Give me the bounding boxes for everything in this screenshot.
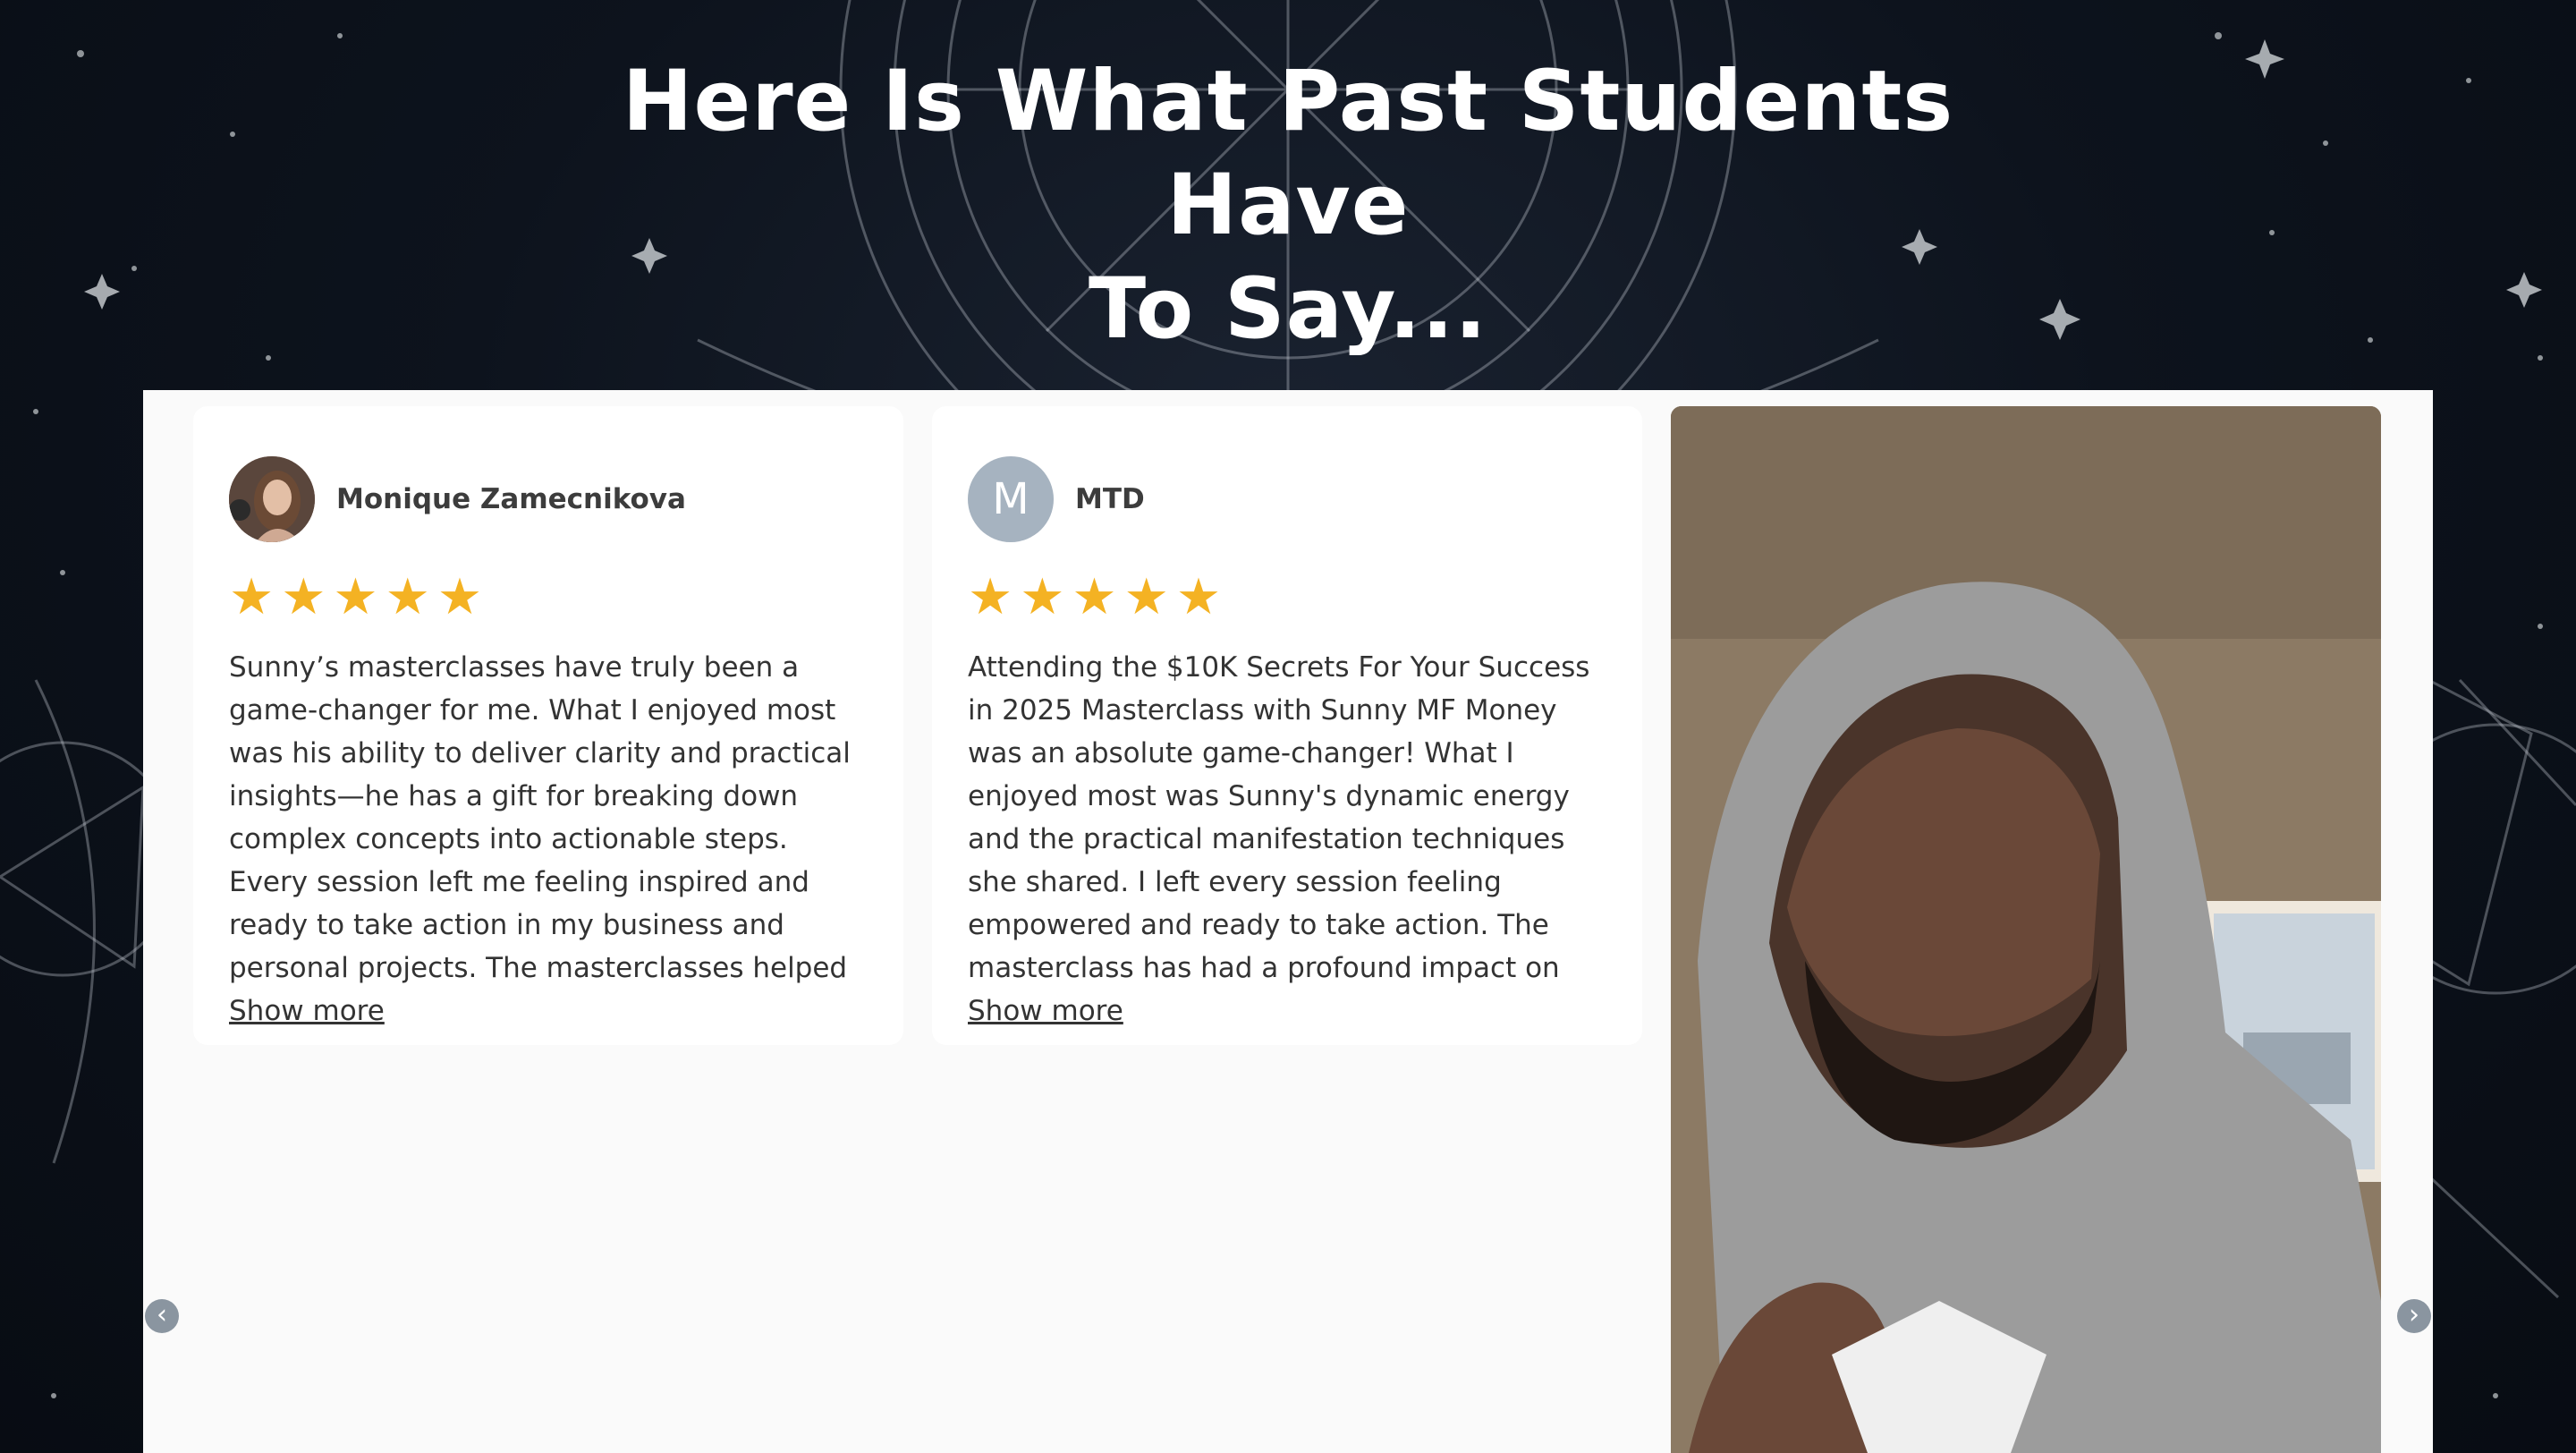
video-thumbnail: [1671, 406, 2381, 1453]
star-icon: ★: [385, 568, 430, 626]
star-icon: ★: [968, 568, 1013, 626]
avatar: [229, 456, 315, 542]
testimonials-section: Here Is What Past Students Have To Say..…: [0, 0, 2576, 1453]
star-icon: ★: [1072, 568, 1117, 626]
star-rating: ★ ★ ★ ★ ★: [229, 573, 868, 623]
star-rating: ★ ★ ★ ★ ★: [968, 573, 1606, 623]
avatar: M: [968, 456, 1054, 542]
review-text: Attending the $10K Secrets For Your Succ…: [968, 651, 1590, 984]
reviewer-name: MTD: [1075, 483, 1145, 515]
chevron-right-icon: ›: [2409, 1299, 2419, 1330]
star-icon: ★: [333, 568, 378, 626]
video-testimonial[interactable]: [1671, 406, 2381, 1453]
star-icon: ★: [1123, 568, 1169, 626]
chevron-left-icon: ‹: [157, 1299, 167, 1330]
reviewer: Monique Zamecnikova: [229, 456, 868, 542]
reviewer-name: Monique Zamecnikova: [336, 483, 686, 515]
star-icon: ★: [281, 568, 326, 626]
star-icon: ★: [1020, 568, 1065, 626]
review-card: Monique Zamecnikova ★ ★ ★ ★ ★ Sunny’s ma…: [193, 406, 903, 1045]
avatar-photo-icon: [229, 456, 315, 542]
carousel-prev-button[interactable]: ‹: [145, 1299, 179, 1333]
page-title-line2: To Say...: [1089, 260, 1487, 358]
carousel-next-button[interactable]: ›: [2397, 1299, 2431, 1333]
star-icon: ★: [229, 568, 275, 626]
show-more-link[interactable]: Show more: [229, 991, 385, 1031]
review-text: Sunny’s masterclasses have truly been a …: [229, 651, 851, 984]
page-title-line1: Here Is What Past Students Have: [622, 53, 1954, 254]
page-title: Here Is What Past Students Have To Say..…: [572, 50, 2004, 361]
show-more-link[interactable]: Show more: [968, 991, 1123, 1031]
star-icon: ★: [436, 568, 483, 626]
review-card: M MTD ★ ★ ★ ★ ★ Attending the $10K Secre…: [932, 406, 1642, 1045]
star-icon: ★: [1175, 568, 1222, 626]
testimonial-carousel: Monique Zamecnikova ★ ★ ★ ★ ★ Sunny’s ma…: [143, 390, 2433, 1453]
reviewer: M MTD: [968, 456, 1606, 542]
